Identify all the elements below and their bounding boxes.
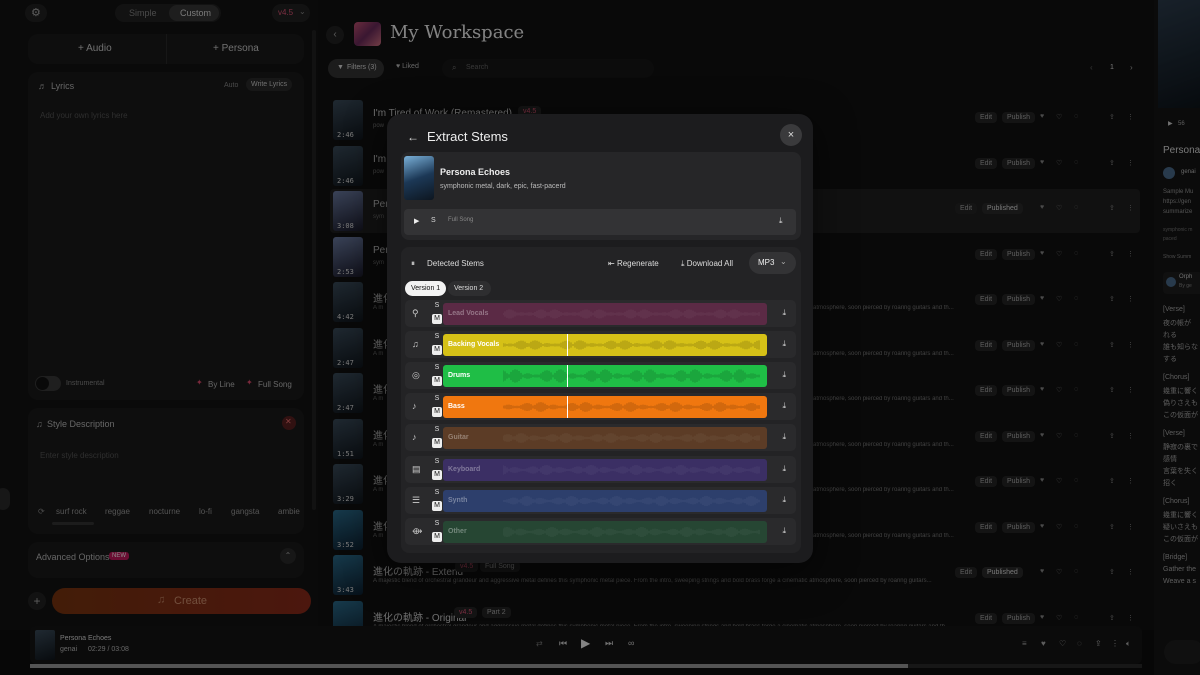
waveform-graphic	[503, 464, 760, 475]
download-icon[interactable]: ⤓	[782, 308, 786, 318]
stem-name: Backing Vocals	[448, 341, 500, 349]
tab-version-2[interactable]: Version 2	[448, 281, 491, 296]
keyboard-icon: ▤	[412, 463, 421, 474]
stem-name: Guitar	[448, 434, 469, 442]
mute-button[interactable]: M	[432, 469, 442, 480]
mute-button[interactable]: M	[432, 438, 442, 449]
regenerate-button[interactable]: ⇤ Regenerate	[608, 259, 659, 268]
playhead	[567, 365, 568, 388]
download-icon[interactable]: ⤓	[782, 495, 786, 505]
close-icon[interactable]: ×	[780, 124, 802, 146]
drum-icon: ◎	[412, 370, 420, 381]
stem-row: ▤ S M Keyboard ⤓	[405, 455, 796, 483]
solo-button[interactable]: S	[432, 458, 442, 465]
stem-name: Lead Vocals	[448, 310, 489, 317]
stem-row: ⚲ S M Lead Vocals ⤓	[405, 300, 796, 327]
stem-row: ♪ S M Guitar ⤓	[405, 424, 796, 452]
mute-button[interactable]: M	[432, 345, 442, 356]
stem-row: ♫ S M Backing Vocals ⤓	[405, 331, 796, 359]
download-all-button[interactable]: ⤓ Download All	[681, 259, 733, 269]
full-song-label: Full Song	[448, 217, 474, 223]
chevron-down-icon: ⌄	[780, 257, 787, 266]
download-icon[interactable]: ⤓	[782, 370, 786, 380]
stem-waveform[interactable]: Bass	[443, 396, 767, 419]
stem-row: ☰ S M Synth ⤓	[405, 486, 796, 514]
song-style: symphonic metal, dark, epic, fast-pacerd	[440, 183, 566, 190]
stem-name: Other	[448, 527, 467, 535]
guitar-icon: ♪	[412, 401, 417, 412]
solo-button[interactable]: S	[432, 395, 442, 402]
stem-waveform[interactable]: Drums	[443, 365, 767, 388]
mute-button[interactable]: M	[432, 500, 442, 511]
playhead	[567, 396, 568, 419]
pause-icon[interactable]: ⏸	[411, 259, 415, 269]
synth-icon: ☰	[412, 494, 421, 505]
download-icon[interactable]: ⤓	[782, 464, 786, 474]
download-icon[interactable]: ⤓	[782, 526, 786, 536]
download-icon[interactable]: ⤓	[782, 339, 786, 349]
solo-button[interactable]: S	[431, 217, 436, 224]
stem-row: ♪ S M Bass ⤓	[405, 393, 796, 421]
stem-name: Keyboard	[448, 465, 481, 473]
waveform-graphic	[503, 402, 760, 413]
solo-button[interactable]: S	[432, 520, 442, 527]
detected-stems-label: Detected Stems	[427, 259, 484, 268]
play-icon[interactable]: ▶	[414, 217, 419, 225]
stem-row: ⟴ S M Other ⤓	[405, 517, 796, 545]
stem-name: Drums	[448, 372, 471, 380]
song-card: Persona Echoes symphonic metal, dark, ep…	[401, 152, 801, 240]
download-icon[interactable]: ⤓	[779, 216, 783, 226]
song-cover	[404, 156, 434, 200]
waveform-graphic	[503, 369, 760, 383]
solo-button[interactable]: S	[432, 489, 442, 496]
stem-name: Bass	[448, 403, 465, 411]
mute-button[interactable]: M	[432, 531, 442, 542]
mute-button[interactable]: M	[432, 407, 442, 418]
download-icon: ⤓	[681, 259, 685, 268]
download-icon[interactable]: ⤓	[782, 401, 786, 411]
stem-waveform[interactable]: Lead Vocals	[443, 303, 767, 325]
stem-waveform[interactable]: Keyboard	[443, 458, 767, 481]
music-note-icon: ♫	[412, 339, 419, 350]
waveform-graphic	[503, 495, 760, 506]
waveform-graphic	[503, 309, 760, 319]
stem-waveform[interactable]: Guitar	[443, 427, 767, 450]
stem-waveform[interactable]: Other	[443, 520, 767, 543]
mute-button[interactable]: M	[432, 376, 442, 387]
mic-icon: ⚲	[412, 308, 419, 318]
solo-button[interactable]: S	[432, 302, 442, 309]
regenerate-icon: ⇤	[608, 259, 615, 268]
extract-stems-dialog: ← Extract Stems × Persona Echoes symphon…	[387, 114, 813, 563]
guitar-icon: ♪	[412, 432, 417, 443]
full-song-track: ▶ S Full Song ⤓	[404, 209, 796, 235]
wave-icon: ⟴	[412, 525, 423, 536]
format-select[interactable]: MP3 ⌄	[749, 252, 796, 274]
playhead	[567, 334, 568, 357]
solo-button[interactable]: S	[432, 364, 442, 371]
tab-version-1[interactable]: Version 1	[405, 281, 446, 296]
waveform-graphic	[503, 433, 760, 444]
song-name: Persona Echoes	[440, 167, 511, 177]
back-arrow-icon[interactable]: ←	[407, 130, 419, 144]
stem-row: ◎ S M Drums ⤓	[405, 362, 796, 390]
dialog-title: Extract Stems	[427, 129, 508, 144]
stem-waveform[interactable]: Synth	[443, 489, 767, 512]
mute-button[interactable]: M	[432, 314, 442, 324]
solo-button[interactable]: S	[432, 426, 442, 433]
download-icon[interactable]: ⤓	[782, 432, 786, 442]
solo-button[interactable]: S	[432, 333, 442, 340]
stem-name: Synth	[448, 496, 468, 504]
stem-waveform[interactable]: Backing Vocals	[443, 334, 767, 357]
waveform-graphic	[503, 340, 760, 350]
waveform-graphic	[503, 526, 760, 537]
